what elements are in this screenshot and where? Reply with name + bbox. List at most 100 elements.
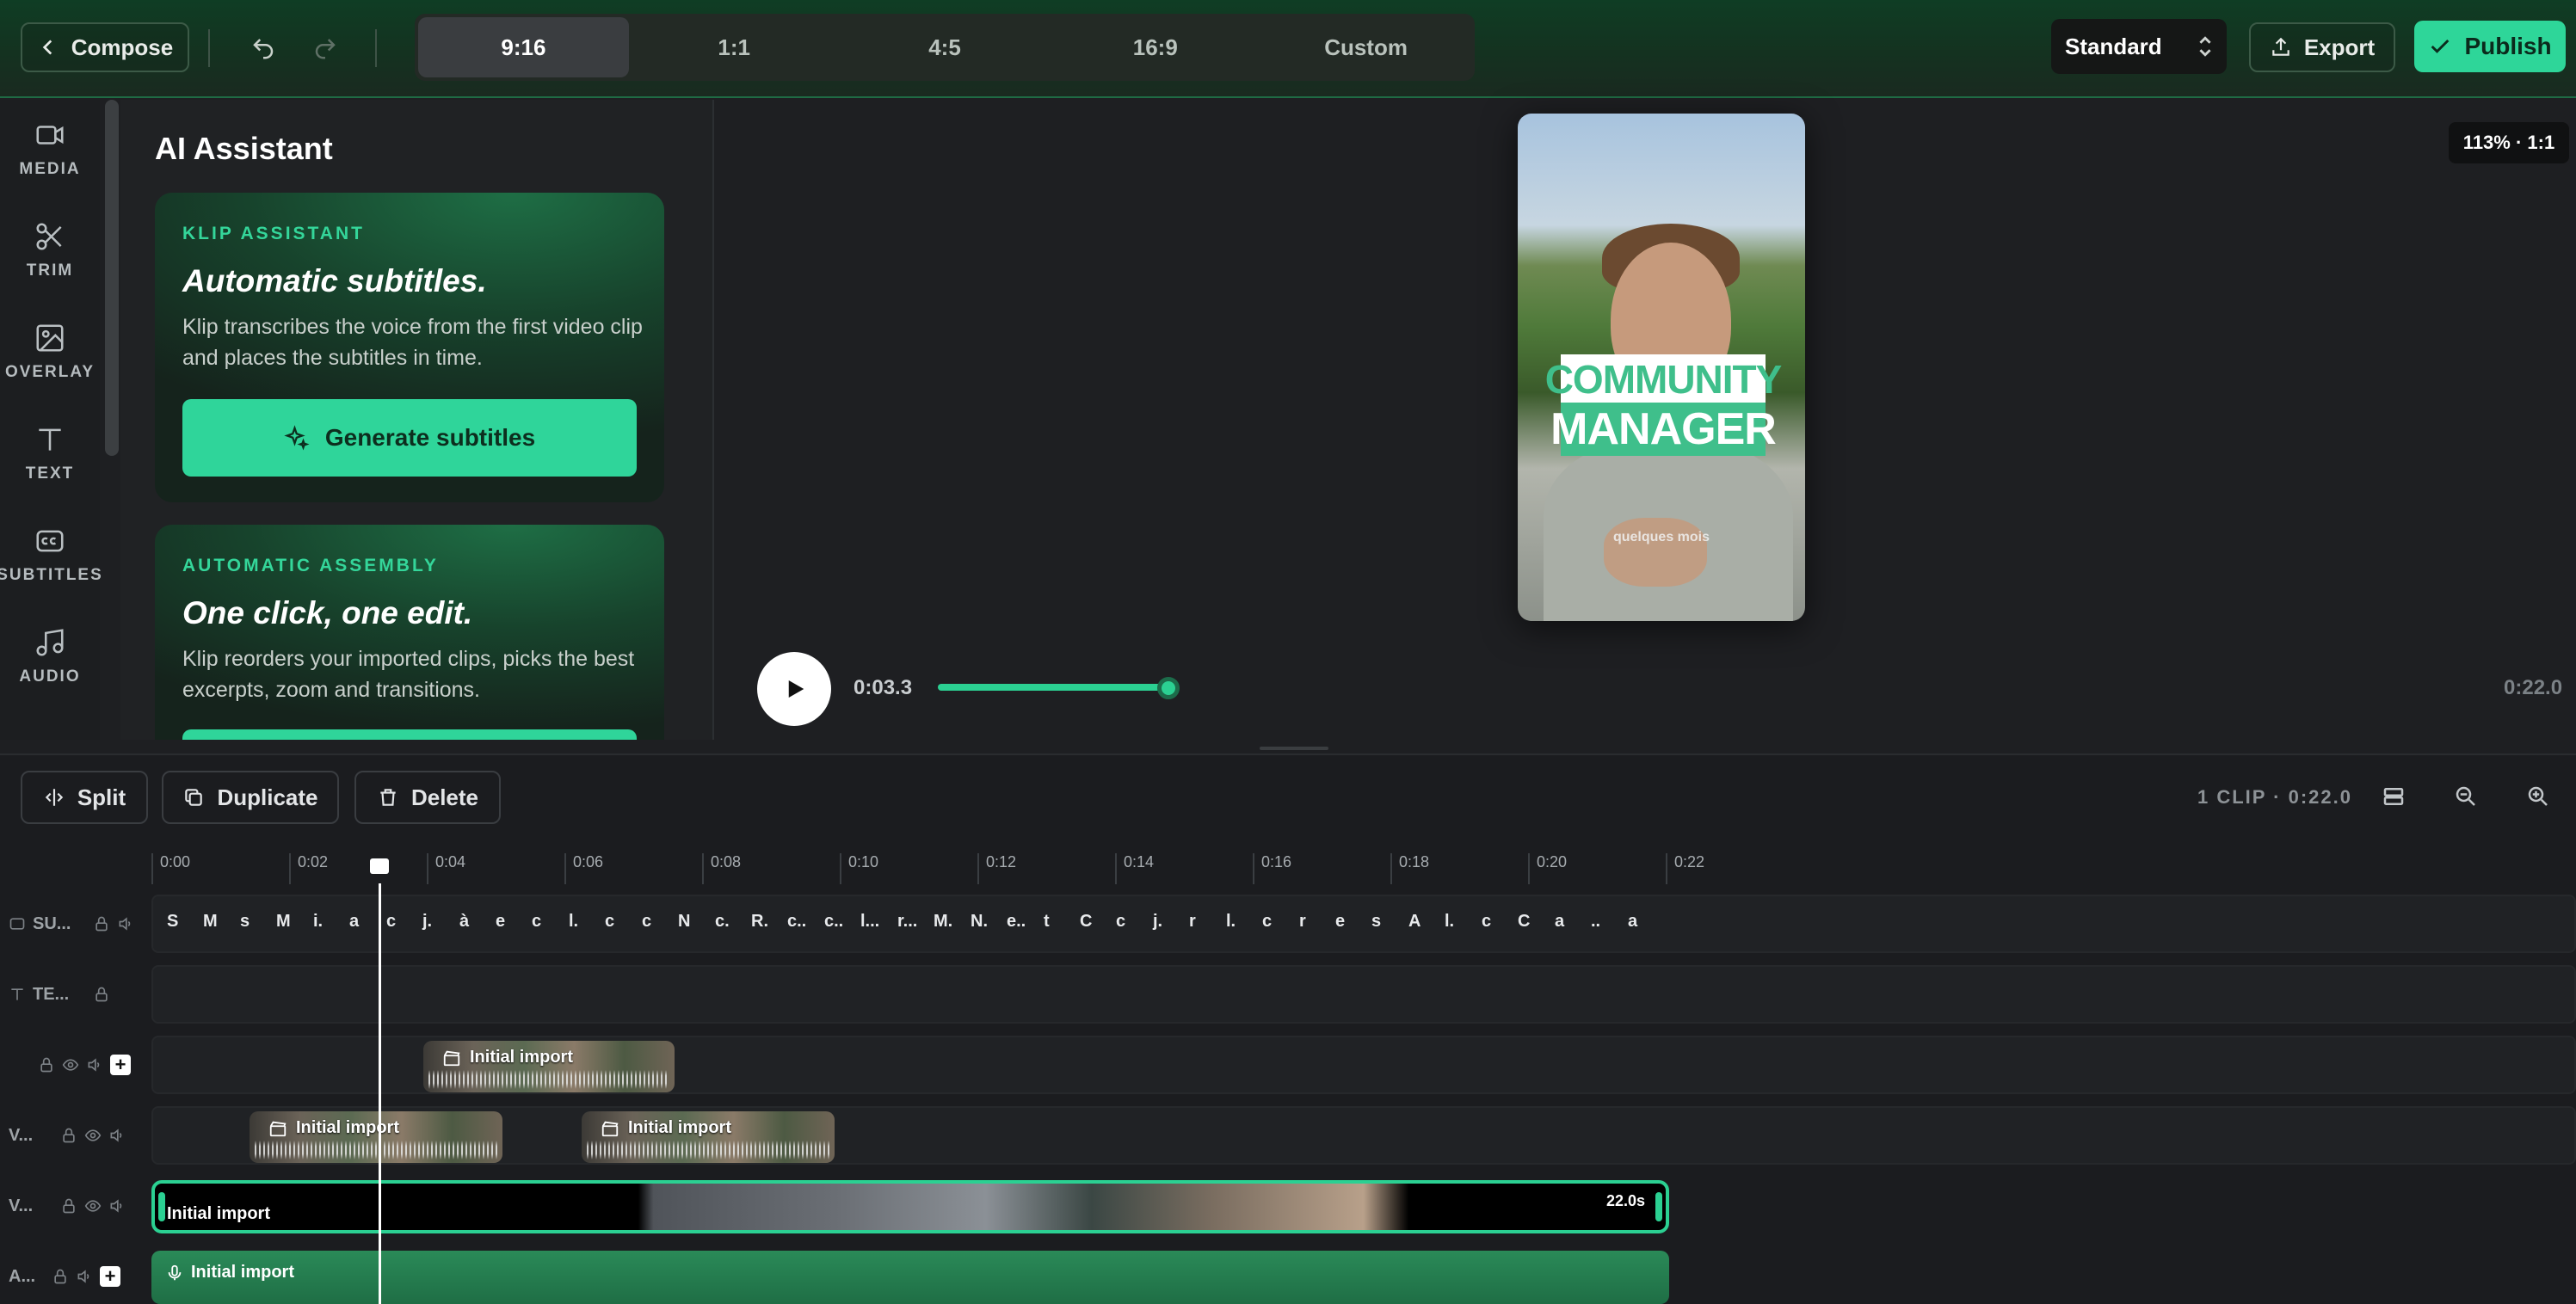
subtitle-chip[interactable]: l. bbox=[1445, 912, 1454, 938]
subtitle-chip[interactable]: l... bbox=[860, 912, 879, 938]
auto-assemble-button[interactable] bbox=[182, 729, 637, 740]
add-track-button[interactable]: + bbox=[100, 1266, 120, 1287]
lock-icon[interactable] bbox=[60, 1197, 77, 1215]
speaker-icon[interactable] bbox=[108, 1197, 126, 1215]
compose-back-button[interactable]: Compose bbox=[21, 22, 189, 72]
subtitle-chip[interactable]: r bbox=[1189, 912, 1196, 938]
lock-icon[interactable] bbox=[93, 915, 110, 932]
subtitle-chip[interactable]: c bbox=[642, 912, 651, 938]
overlay-title-line-2[interactable]: MANAGER bbox=[1550, 403, 1777, 456]
ratio-tab-custom[interactable]: Custom bbox=[1260, 17, 1471, 77]
scrubber-track[interactable] bbox=[938, 684, 1172, 691]
subtitle-chip[interactable]: c bbox=[1262, 912, 1272, 938]
export-button[interactable]: Export bbox=[2249, 22, 2395, 72]
scrubber-handle[interactable] bbox=[1157, 677, 1180, 699]
subtitle-chip[interactable]: j. bbox=[1153, 912, 1162, 938]
subtitle-chip[interactable]: e bbox=[1335, 912, 1345, 938]
subtitle-chip[interactable]: C bbox=[1080, 912, 1092, 938]
zoom-in-button[interactable] bbox=[2521, 779, 2555, 814]
overlay-title-line-1[interactable]: COMMUNITY bbox=[1545, 354, 1782, 404]
speaker-icon[interactable] bbox=[86, 1056, 103, 1073]
rail-scrollbar[interactable] bbox=[105, 100, 119, 456]
generate-subtitles-button[interactable]: Generate subtitles bbox=[182, 399, 637, 477]
subtitle-chip[interactable]: c bbox=[1116, 912, 1125, 938]
play-button[interactable] bbox=[757, 652, 831, 726]
ratio-tab-4-5[interactable]: 4:5 bbox=[840, 17, 1051, 77]
subtitle-chip[interactable]: l. bbox=[569, 912, 578, 938]
duplicate-button[interactable]: Duplicate bbox=[162, 771, 339, 824]
subtitle-chip[interactable]: c bbox=[605, 912, 614, 938]
resize-handle[interactable] bbox=[1260, 747, 1328, 750]
split-button[interactable]: Split bbox=[21, 771, 148, 824]
delete-button[interactable]: Delete bbox=[354, 771, 501, 824]
subtitle-chip[interactable]: S bbox=[167, 912, 178, 938]
rail-item-audio[interactable]: AUDIO bbox=[0, 609, 100, 704]
publish-button[interactable]: Publish bbox=[2414, 21, 2566, 72]
clip-trim-handle-right[interactable] bbox=[1655, 1192, 1662, 1221]
subtitle-chip[interactable]: t bbox=[1044, 912, 1050, 938]
subtitle-chip[interactable]: s bbox=[240, 912, 250, 938]
rail-item-text[interactable]: TEXT bbox=[0, 406, 100, 501]
subtitle-chip[interactable]: .. bbox=[1591, 912, 1600, 938]
subtitle-chip[interactable]: a bbox=[1555, 912, 1564, 938]
text-lane[interactable] bbox=[151, 965, 2576, 1024]
subtitle-chip[interactable]: M bbox=[276, 912, 291, 938]
eye-icon[interactable] bbox=[84, 1127, 102, 1144]
subtitle-chip[interactable]: e bbox=[496, 912, 505, 938]
subtitle-chip[interactable]: r... bbox=[897, 912, 917, 938]
subtitle-chip[interactable]: r bbox=[1299, 912, 1306, 938]
clip-trim-handle-left[interactable] bbox=[158, 1192, 165, 1221]
subtitle-lane[interactable]: S Ms Mi. a c j. à e c l. c c Nc. R. c.. c.. l... r... M. N.… bbox=[151, 895, 2576, 953]
time-ruler[interactable]: 0:00 0:02 0:04 0:06 0:08 0:10 0:12 0:14 … bbox=[151, 836, 2576, 884]
playhead-line[interactable] bbox=[379, 883, 381, 1304]
video-preview-frame[interactable]: COMMUNITY MANAGER quelques mois bbox=[1518, 114, 1805, 621]
rail-item-trim[interactable]: TRIM bbox=[0, 203, 100, 298]
eye-icon[interactable] bbox=[62, 1056, 79, 1073]
subtitle-chip[interactable]: c.. bbox=[787, 912, 806, 938]
subtitle-chip[interactable]: j. bbox=[422, 912, 432, 938]
redo-button[interactable] bbox=[306, 29, 344, 67]
speaker-icon[interactable] bbox=[76, 1268, 93, 1285]
subtitle-chip[interactable]: e.. bbox=[1007, 912, 1026, 938]
video-clip[interactable]: Initial import bbox=[250, 1111, 502, 1163]
zoom-badge[interactable]: 113% · 1:1 bbox=[2449, 122, 2569, 163]
lock-icon[interactable] bbox=[52, 1268, 69, 1285]
subtitle-chip[interactable]: N. bbox=[971, 912, 988, 938]
lock-icon[interactable] bbox=[93, 986, 110, 1003]
subtitle-chip[interactable]: M. bbox=[934, 912, 952, 938]
subtitle-chip[interactable]: c. bbox=[715, 912, 730, 938]
quality-select[interactable]: Standard bbox=[2051, 19, 2227, 74]
subtitle-chip[interactable]: a bbox=[1628, 912, 1637, 938]
subtitle-chip[interactable]: l. bbox=[1226, 912, 1236, 938]
zoom-out-button[interactable] bbox=[2449, 779, 2483, 814]
track-layout-button[interactable] bbox=[2376, 779, 2411, 814]
playhead-handle[interactable] bbox=[370, 858, 389, 874]
subtitle-chip[interactable]: R. bbox=[751, 912, 768, 938]
subtitle-chip[interactable]: i. bbox=[313, 912, 323, 938]
undo-button[interactable] bbox=[244, 29, 282, 67]
subtitle-chip[interactable]: à bbox=[459, 912, 469, 938]
subtitle-chip[interactable]: a bbox=[349, 912, 359, 938]
subtitle-chip[interactable]: c.. bbox=[824, 912, 843, 938]
ratio-tab-16-9[interactable]: 16:9 bbox=[1050, 17, 1260, 77]
ratio-tab-1-1[interactable]: 1:1 bbox=[629, 17, 840, 77]
subtitle-chip[interactable]: c bbox=[1482, 912, 1491, 938]
eye-icon[interactable] bbox=[84, 1197, 102, 1215]
video-a-lane[interactable]: Initial import Initial import bbox=[151, 1106, 2576, 1165]
speaker-icon[interactable] bbox=[117, 915, 134, 932]
subtitle-chip[interactable]: M bbox=[203, 912, 218, 938]
video-clip[interactable]: Initial import bbox=[423, 1041, 675, 1092]
rail-item-overlay[interactable]: OVERLAY bbox=[0, 304, 100, 399]
overlay-lane[interactable]: Initial import bbox=[151, 1036, 2576, 1094]
lock-icon[interactable] bbox=[38, 1056, 55, 1073]
subtitle-chip[interactable]: N bbox=[678, 912, 690, 938]
add-track-button[interactable]: + bbox=[110, 1055, 131, 1075]
subtitle-chip[interactable]: A bbox=[1408, 912, 1420, 938]
subtitle-chip[interactable]: s bbox=[1371, 912, 1381, 938]
subtitle-chip[interactable]: c bbox=[386, 912, 396, 938]
ratio-tab-9-16[interactable]: 9:16 bbox=[418, 17, 629, 77]
subtitle-chip[interactable]: C bbox=[1518, 912, 1530, 938]
video-clip[interactable]: Initial import bbox=[582, 1111, 835, 1163]
rail-item-media[interactable]: MEDIA bbox=[0, 101, 100, 196]
rail-item-subtitles[interactable]: SUBTITLES bbox=[0, 507, 102, 602]
